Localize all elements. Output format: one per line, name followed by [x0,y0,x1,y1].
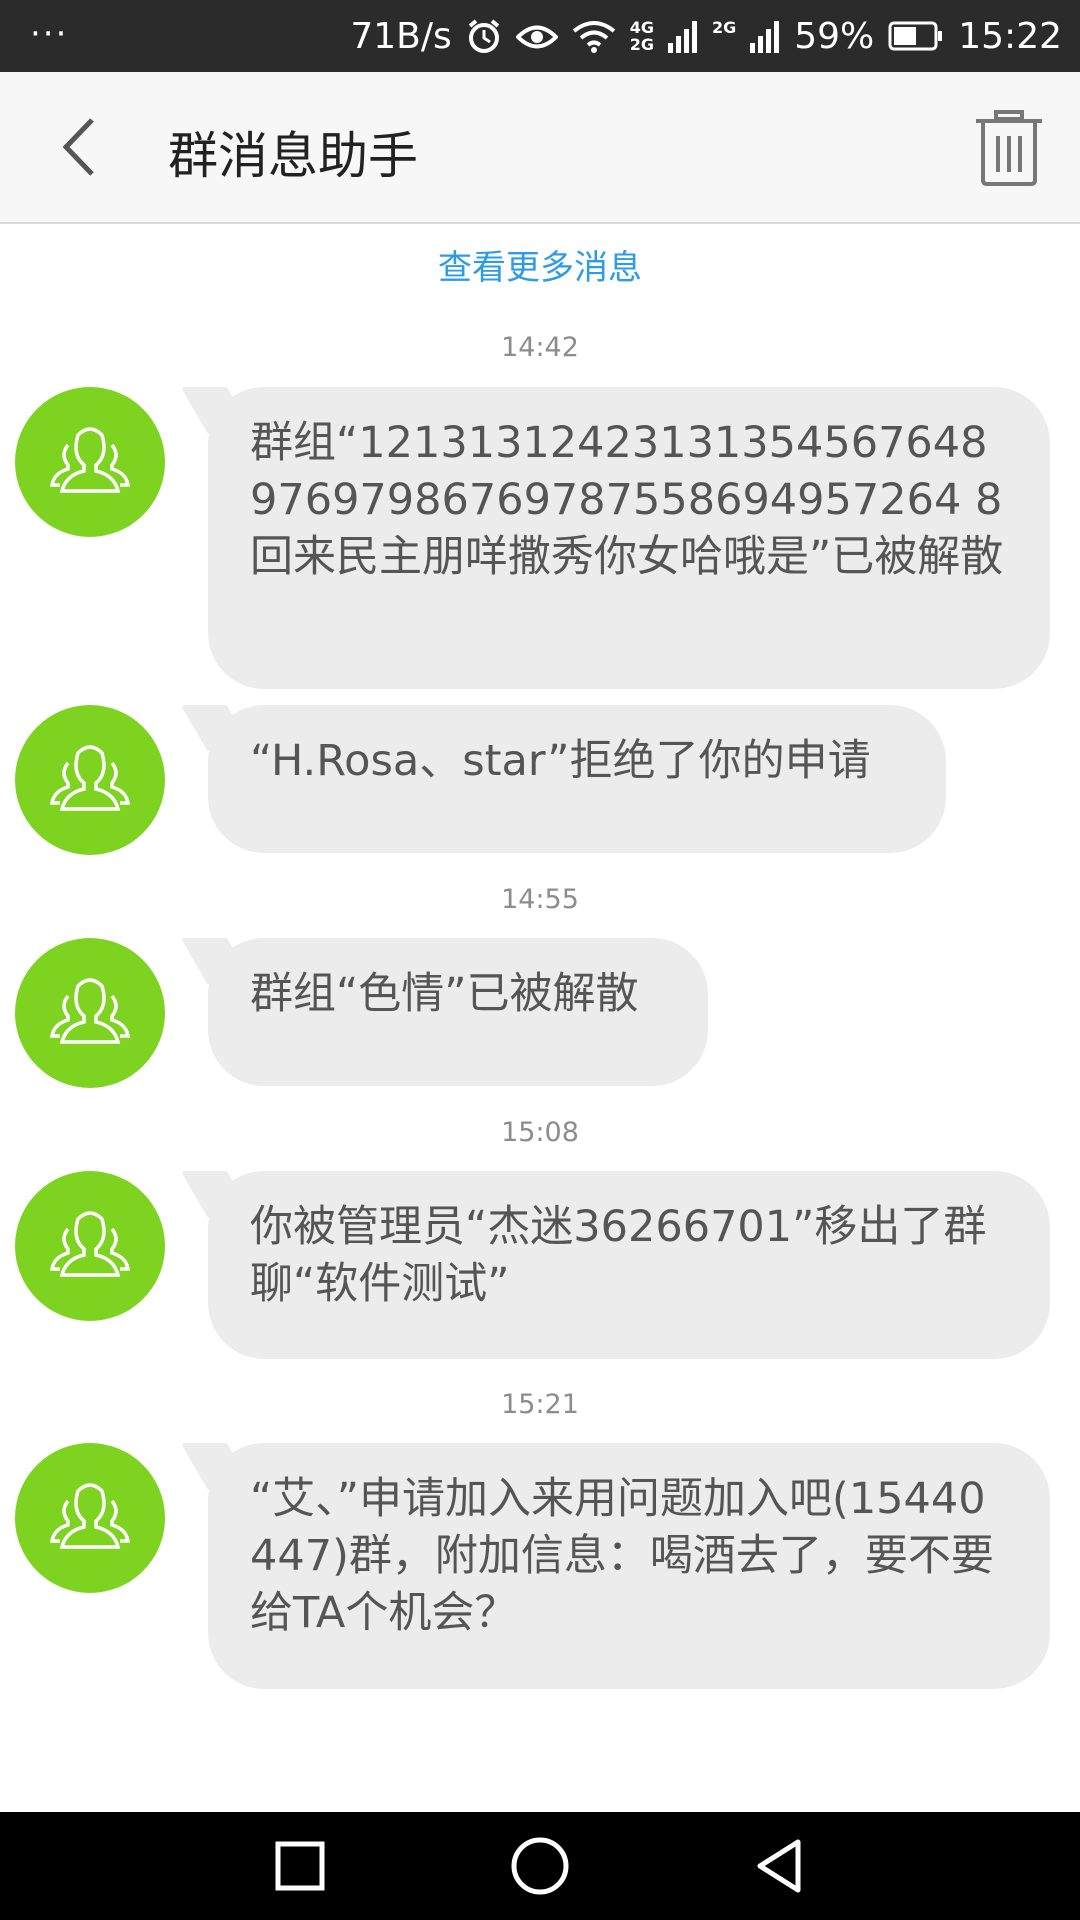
clock-time: 15:22 [958,15,1062,57]
timestamp: 15:08 [501,1117,579,1148]
load-more-link[interactable]: 查看更多消息 [0,240,1080,289]
back-button[interactable] [50,112,120,182]
delete-button[interactable] [974,110,1044,186]
group-icon [50,978,130,1044]
net-type-2: 2G [711,18,737,37]
system-nav-bar [0,1812,1080,1920]
trash-icon [976,110,1042,186]
avatar[interactable] [15,705,165,855]
avatar[interactable] [15,387,165,537]
net-type-bottom: 2G [629,35,654,54]
signal-icon-2 [750,19,780,53]
timestamp: 15:21 [501,1389,579,1420]
page-title: 群消息助手 [168,127,418,185]
avatar[interactable] [15,1171,165,1321]
triangle-back-icon [757,1839,801,1893]
message-bubble[interactable]: “艾、”申请加入来用问题加入吧(15440447)群，附加信息：喝酒去了，要不要… [208,1443,1050,1689]
avatar[interactable] [15,1443,165,1593]
square-icon [275,1841,325,1891]
group-icon [50,1211,130,1277]
eye-icon [515,20,558,52]
back-nav-button[interactable] [750,1836,810,1896]
message-bubble[interactable]: 群组“1213131242313135456764897697986769787… [208,387,1050,689]
recent-apps-button[interactable] [270,1836,330,1896]
alarm-icon [466,18,502,54]
home-button[interactable] [510,1836,570,1896]
signal-icon [667,19,698,53]
battery-icon [888,20,944,52]
group-icon [50,1483,130,1549]
battery-percent: 59% [794,15,875,57]
status-icons: 71B/s 4G 2G 2G 59% 15:22 [350,0,1062,72]
message-bubble[interactable]: 你被管理员“杰迷36266701”移出了群聊“软件测试” [208,1171,1050,1359]
circle-icon [511,1837,569,1895]
message-bubble[interactable]: “H.Rosa、star”拒绝了你的申请 [208,705,946,853]
group-icon [50,427,130,493]
net-speed: 71B/s [350,15,452,57]
top-app-bar: 群消息助手 [0,72,1080,224]
status-bar: ··· 71B/s 4G 2G 2G 59% 15:22 [0,0,1080,72]
network-type-2: 2G [712,19,736,53]
chevron-left-icon [62,118,94,176]
notification-dots: ··· [30,14,69,54]
timestamp: 14:55 [501,884,579,915]
message-bubble[interactable]: 群组“色情”已被解散 [208,938,708,1086]
network-type: 4G 2G [630,19,654,53]
wifi-icon [572,19,616,53]
group-icon [50,745,130,811]
avatar[interactable] [15,938,165,1088]
timestamp: 14:42 [501,332,579,363]
net-type-top: 4G [629,18,654,37]
